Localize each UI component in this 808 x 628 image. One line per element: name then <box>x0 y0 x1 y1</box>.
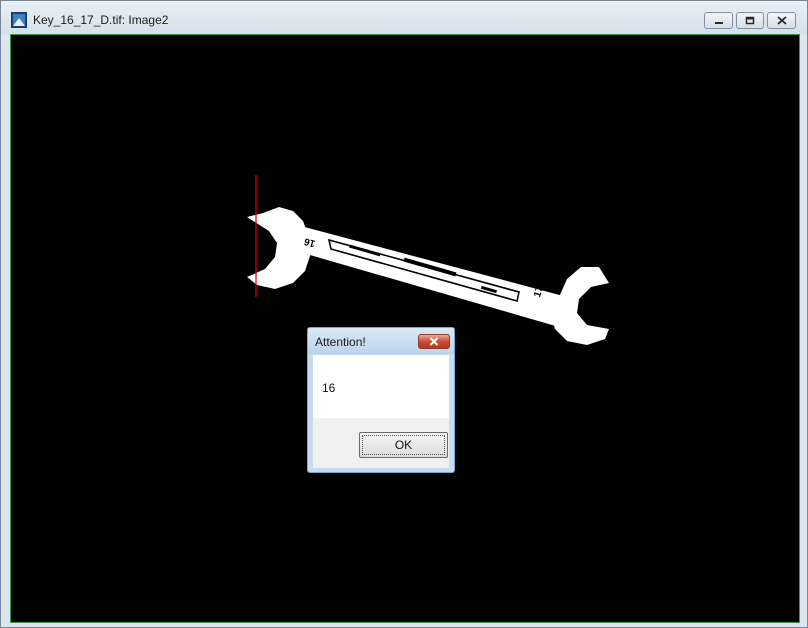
attention-dialog: Attention! 16 OK <box>307 327 455 473</box>
minimize-button[interactable] <box>704 12 733 29</box>
close-button[interactable] <box>767 12 796 29</box>
close-icon <box>776 16 787 25</box>
close-icon <box>429 337 439 346</box>
ok-button[interactable]: OK <box>359 432 448 458</box>
window-title: Key_16_17_D.tif: Image2 <box>33 13 169 27</box>
dialog-message: 16 <box>322 381 336 395</box>
minimize-icon <box>714 21 723 24</box>
dialog-close-button[interactable] <box>418 334 450 349</box>
dialog-title: Attention! <box>315 335 366 349</box>
wrench-left-head <box>247 207 311 289</box>
wrench-right-head <box>551 267 609 345</box>
maximize-icon <box>745 16 755 25</box>
dialog-footer: OK <box>313 418 449 468</box>
dialog-titlebar[interactable]: Attention! <box>308 328 454 354</box>
app-icon <box>11 12 27 28</box>
restore-button[interactable] <box>736 12 764 29</box>
image-window: Key_16_17_D.tif: Image2 16 17 <box>0 0 808 628</box>
wrench-shaft <box>297 225 567 327</box>
window-titlebar[interactable]: Key_16_17_D.tif: Image2 <box>1 1 807 35</box>
dialog-body: 16 <box>313 355 449 418</box>
